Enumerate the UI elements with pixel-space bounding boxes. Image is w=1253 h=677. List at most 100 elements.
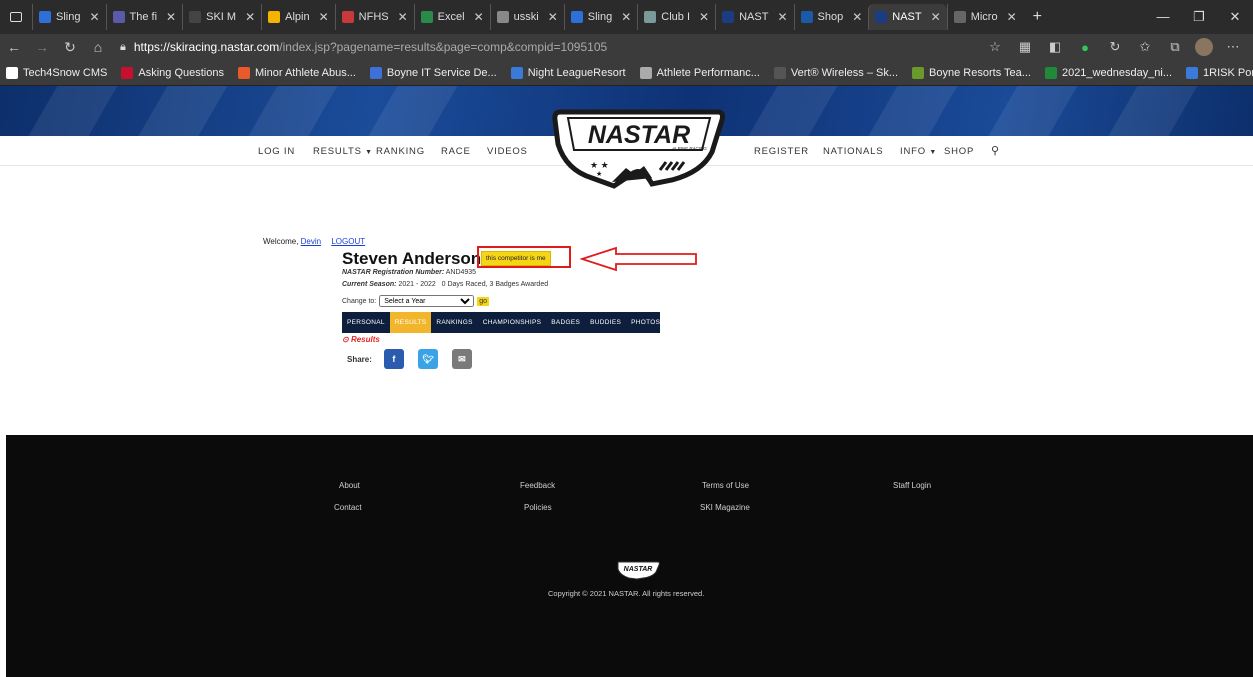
browser-tab[interactable]: NAST ✕ <box>715 4 793 30</box>
twitter-share-icon[interactable]: 🐦︎ <box>417 349 438 369</box>
browser-tab[interactable]: Club I ✕ <box>637 4 715 30</box>
nav-register[interactable]: REGISTER <box>754 146 809 157</box>
profile-tab-rankings[interactable]: RANKINGS <box>431 312 477 333</box>
email-share-icon[interactable]: ✉ <box>451 349 472 369</box>
tab-favicon-icon <box>570 11 583 23</box>
bookmark-item[interactable]: Athlete Performanc... <box>639 66 760 79</box>
bookmark-item[interactable]: 2021_wednesday_ni... <box>1044 66 1172 79</box>
tab-favicon-icon <box>112 11 125 23</box>
nav-login[interactable]: LOG IN <box>258 146 295 157</box>
close-tab-icon[interactable]: ✕ <box>398 10 408 24</box>
nav-shop[interactable]: SHOP <box>944 146 974 157</box>
qr-icon[interactable]: ▦ <box>1015 39 1035 55</box>
restore-button[interactable]: ❐ <box>1181 9 1217 25</box>
new-tab-button[interactable]: + <box>1023 8 1052 26</box>
close-tab-icon[interactable]: ✕ <box>852 10 862 24</box>
nav-ranking[interactable]: RANKING <box>376 146 425 157</box>
close-window-button[interactable]: ✕ <box>1217 9 1253 25</box>
forward-icon[interactable]: → <box>28 39 56 55</box>
profile-tab-championships[interactable]: CHAMPIONSHIPS <box>478 312 546 333</box>
browser-tab[interactable]: NAST ✕ <box>868 4 947 30</box>
nav-nationals[interactable]: NATIONALS <box>823 146 883 157</box>
bookmark-item[interactable]: Minor Athlete Abus... <box>237 66 356 79</box>
extension-icon[interactable]: ◧ <box>1045 39 1065 55</box>
bookmark-item[interactable]: Boyne Resorts Tea... <box>912 66 1031 79</box>
bookmark-item[interactable]: Boyne IT Service De... <box>369 66 497 79</box>
tab-favicon-icon <box>644 11 657 23</box>
refresh-icon[interactable]: ↻ <box>56 39 84 56</box>
grammarly-icon[interactable]: ● <box>1075 40 1095 55</box>
footer-staff-login[interactable]: Staff Login <box>893 481 931 490</box>
tab-actions-icon[interactable] <box>0 0 32 34</box>
footer-ski-magazine[interactable]: SKI Magazine <box>700 503 750 512</box>
favorites-icon[interactable]: ✩ <box>1135 39 1155 55</box>
nav-results[interactable]: RESULTS ▼ <box>313 146 373 157</box>
nav-videos[interactable]: VIDEOS <box>487 146 528 157</box>
browser-tab[interactable]: usski ✕ <box>489 4 564 30</box>
footer-about[interactable]: About <box>339 481 360 490</box>
share-row: Share: f 🐦︎ ✉ <box>347 349 472 369</box>
collections-icon[interactable]: ⧉ <box>1165 39 1185 55</box>
footer-feedback[interactable]: Feedback <box>520 481 555 490</box>
bookmark-label: Athlete Performanc... <box>656 66 760 79</box>
close-tab-icon[interactable]: ✕ <box>621 10 631 24</box>
close-tab-icon[interactable]: ✕ <box>166 10 176 24</box>
more-menu-icon[interactable]: ⋯ <box>1223 39 1243 55</box>
browser-tab[interactable]: SKI M ✕ <box>182 4 261 30</box>
browser-tab-bar: Sling ✕ The fi ✕ SKI M ✕ Alpin ✕ NFHS ✕ Excel ✕ ussk… <box>0 0 1253 34</box>
current-season: Current Season: 2021 - 2022 0 Days Raced… <box>342 281 548 288</box>
bookmark-favicon-icon <box>639 66 652 79</box>
bookmark-item[interactable]: Asking Questions <box>121 66 224 79</box>
profile-tab-badges[interactable]: BADGES <box>546 312 585 333</box>
browser-tab[interactable]: Shop ✕ <box>793 4 869 30</box>
logout-link[interactable]: LOGOUT <box>331 237 365 246</box>
bookmark-item[interactable]: Vert® Wireless – Sk... <box>773 66 898 79</box>
profile-avatar[interactable] <box>1195 38 1213 56</box>
tab-label: SKI M <box>206 11 237 23</box>
url-field[interactable]: 🔒︎ https://skiracing.nastar.com/index.js… <box>120 40 985 54</box>
browser-tab[interactable]: Sling ✕ <box>32 4 106 30</box>
minimize-button[interactable]: — <box>1145 9 1181 25</box>
address-bar-row: ← → ↻ ⌂ 🔒︎ https://skiracing.nastar.com/… <box>0 34 1253 60</box>
close-tab-icon[interactable]: ✕ <box>1007 10 1017 24</box>
bookmark-item[interactable]: Tech4Snow CMS <box>6 66 107 79</box>
profile-tab-personal[interactable]: PERSONAL <box>342 312 390 333</box>
close-tab-icon[interactable]: ✕ <box>699 10 709 24</box>
year-select[interactable]: Select a Year <box>379 295 475 307</box>
close-tab-icon[interactable]: ✕ <box>319 10 329 24</box>
close-tab-icon[interactable]: ✕ <box>548 10 558 24</box>
bookmark-item[interactable]: Night LeagueResort <box>510 66 626 79</box>
close-tab-icon[interactable]: ✕ <box>245 10 255 24</box>
close-tab-icon[interactable]: ✕ <box>777 10 787 24</box>
profile-tab-photos[interactable]: PHOTOS <box>626 312 665 333</box>
search-icon[interactable]: ⚲ <box>991 144 1000 157</box>
favorite-star-icon[interactable]: ☆ <box>985 39 1005 55</box>
browser-tab[interactable]: Excel ✕ <box>413 4 490 30</box>
browser-tab[interactable]: Micro ✕ <box>946 4 1023 30</box>
close-tab-icon[interactable]: ✕ <box>474 10 484 24</box>
browser-tab[interactable]: Sling ✕ <box>563 4 638 30</box>
nav-info[interactable]: INFO ▼ <box>900 146 937 157</box>
refresh-extension-icon[interactable]: ↻ <box>1105 39 1125 55</box>
go-button[interactable]: go <box>477 296 490 306</box>
user-link[interactable]: Devin <box>301 237 321 246</box>
footer-contact[interactable]: Contact <box>334 503 362 512</box>
profile-tab-buddies[interactable]: BUDDIES <box>585 312 626 333</box>
close-tab-icon[interactable]: ✕ <box>89 10 99 24</box>
profile-tab-results[interactable]: RESULTS <box>389 312 432 333</box>
browser-tab[interactable]: Alpin ✕ <box>261 4 335 30</box>
footer-terms[interactable]: Terms of Use <box>702 481 749 490</box>
nav-race[interactable]: RACE <box>441 146 471 157</box>
back-icon[interactable]: ← <box>0 39 28 55</box>
results-link[interactable]: ⊙ Results <box>342 335 380 344</box>
home-icon[interactable]: ⌂ <box>84 39 112 55</box>
footer-policies[interactable]: Policies <box>524 503 552 512</box>
nastar-logo[interactable]: NASTAR ALPINE RACING ★ ★ ★ <box>552 104 726 192</box>
facebook-share-icon[interactable]: f <box>383 349 404 369</box>
browser-tab[interactable]: The fi ✕ <box>105 4 183 30</box>
bookmark-list: Tech4Snow CMS Asking Questions Minor Athle… <box>6 66 1253 79</box>
tab-favicon-icon <box>268 11 281 23</box>
bookmark-item[interactable]: 1RISK Portal <box>1186 66 1253 79</box>
browser-tab[interactable]: NFHS ✕ <box>334 4 414 30</box>
close-tab-icon[interactable]: ✕ <box>931 10 941 24</box>
